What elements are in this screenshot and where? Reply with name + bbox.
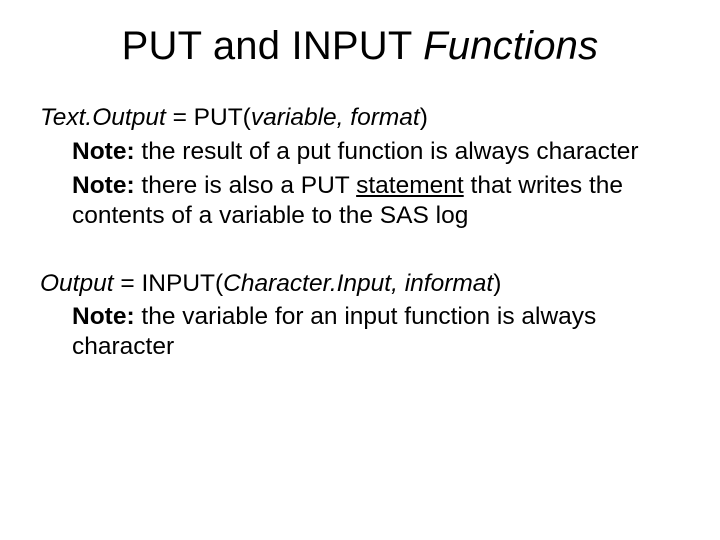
note-label: Note: [72, 172, 135, 199]
note-text: the result of a put function is always c… [135, 138, 639, 165]
slide-body: Text.Output = PUT(variable, format) Note… [40, 103, 680, 362]
input-syntax-line: Output = INPUT(Character.Input, informat… [40, 269, 680, 299]
note-text-a: there is also a PUT [135, 172, 357, 199]
input-note-1: Note: the variable for an input function… [72, 302, 680, 362]
slide-title: PUT and INPUT Functions [40, 24, 680, 69]
note-label: Note: [72, 303, 135, 330]
put-eq: = PUT( [166, 104, 251, 131]
input-eq: = INPUT( [114, 270, 224, 297]
note-text: the variable for an input function is al… [72, 303, 596, 360]
note-label: Note: [72, 138, 135, 165]
put-args: variable, format [251, 104, 420, 131]
title-italic: Functions [423, 24, 598, 68]
spacer [40, 235, 680, 269]
title-plain: PUT and INPUT [122, 24, 423, 68]
input-close: ) [493, 270, 501, 297]
note-underline: statement [356, 172, 464, 199]
input-args: Character.Input, informat [223, 270, 493, 297]
input-lhs: Output [40, 270, 114, 297]
put-note-2: Note: there is also a PUT statement that… [72, 171, 680, 231]
slide: PUT and INPUT Functions Text.Output = PU… [0, 0, 720, 540]
put-note-1: Note: the result of a put function is al… [72, 137, 680, 167]
put-close: ) [420, 104, 428, 131]
put-syntax-line: Text.Output = PUT(variable, format) [40, 103, 680, 133]
put-lhs: Text.Output [40, 104, 166, 131]
